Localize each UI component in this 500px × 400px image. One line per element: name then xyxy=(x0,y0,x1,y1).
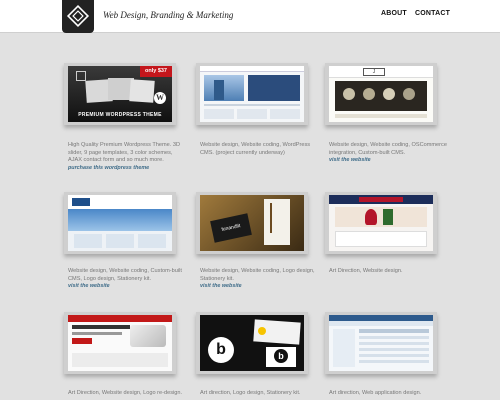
portfolio-item-2[interactable] xyxy=(196,63,308,125)
portfolio-description-3: Website design, Website coding, OSCommer… xyxy=(329,142,447,165)
portfolio-item-9[interactable] xyxy=(325,312,437,374)
portfolio-thumbnail: funandfit xyxy=(200,195,304,251)
visit-website-link[interactable]: visit the website xyxy=(200,283,318,291)
site-header: Web Design, Branding & Marketing ABOUT C… xyxy=(0,0,500,33)
portfolio-description-7: Art Direction, Website design, Logo re-d… xyxy=(68,390,183,396)
business-card: funandfit xyxy=(210,213,252,243)
site-tagline: Web Design, Branding & Marketing xyxy=(103,10,234,20)
portfolio-item-8[interactable]: b b xyxy=(196,312,308,374)
promo-title: PREMIUM WORDPRESS THEME xyxy=(78,112,162,118)
portfolio-description-2: Website design, Website coding, WordPres… xyxy=(200,142,311,156)
portfolio-thumbnail xyxy=(329,195,433,251)
portfolio-description-9: Art direction, Web application design. xyxy=(329,390,422,396)
logo[interactable] xyxy=(62,0,94,33)
portfolio-description-6: Art Direction, Website design. xyxy=(329,268,403,274)
visit-website-link[interactable]: visit the website xyxy=(68,283,186,291)
purchase-theme-link[interactable]: purchase this wordpress theme xyxy=(68,165,186,173)
diamond-logo-icon xyxy=(66,4,90,28)
portfolio-thumbnail: J xyxy=(329,66,433,122)
portfolio-item-4[interactable] xyxy=(64,192,176,254)
visit-website-link[interactable]: visit the website xyxy=(329,157,447,165)
nav-about[interactable]: ABOUT xyxy=(381,10,407,17)
portfolio-thumbnail xyxy=(329,315,433,371)
nav-contact[interactable]: CONTACT xyxy=(415,10,450,17)
portfolio-thumbnail xyxy=(200,66,304,122)
portfolio-description-4: Website design, Website coding, Custom-b… xyxy=(68,268,186,291)
portfolio-item-1[interactable]: W only $37 PREMIUM WORDPRESS THEME xyxy=(64,63,176,125)
portfolio-item-3[interactable]: J xyxy=(325,63,437,125)
portfolio-thumbnail: b b xyxy=(200,315,304,371)
portfolio-thumbnail: W only $37 PREMIUM WORDPRESS THEME xyxy=(68,66,172,122)
portfolio-description-5: Website design, Website coding, Logo des… xyxy=(200,268,318,291)
portfolio-item-7[interactable] xyxy=(64,312,176,374)
price-badge: only $37 xyxy=(140,66,172,77)
portfolio-description-8: Art direction, Logo design, Stationery k… xyxy=(200,390,301,396)
portfolio-thumbnail xyxy=(68,195,172,251)
portfolio-item-6[interactable] xyxy=(325,192,437,254)
portfolio-description-1: High Quality Premium Wordpress Theme. 3D… xyxy=(68,142,186,172)
portfolio-item-5[interactable]: funandfit xyxy=(196,192,308,254)
portfolio-thumbnail xyxy=(68,315,172,371)
